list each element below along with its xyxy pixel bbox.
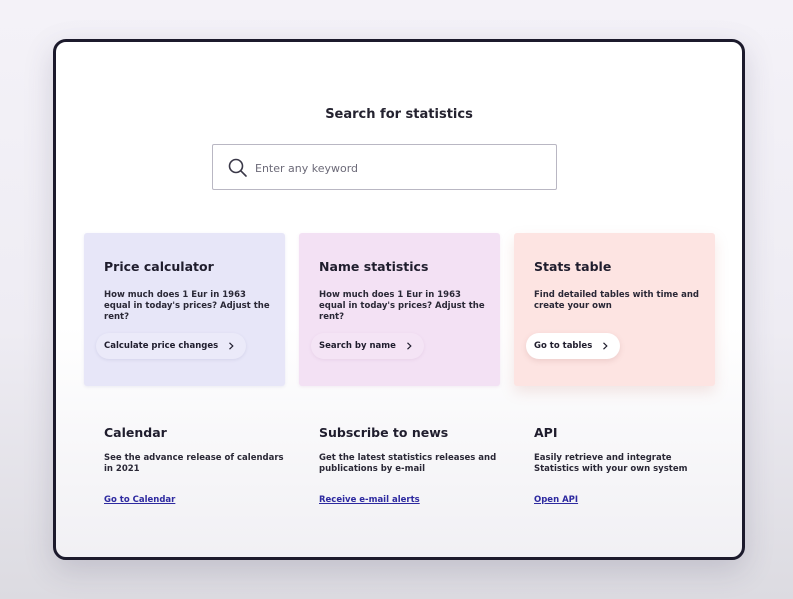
search-by-name-button[interactable]: Search by name [311,333,424,359]
search-box[interactable] [212,144,557,190]
button-label: Calculate price changes [104,341,219,351]
email-alerts-link[interactable]: Receive e-mail alerts [319,495,420,505]
info-calendar: Calendar See the advance release of cale… [104,425,294,505]
chevron-right-icon [229,342,234,350]
card-title: Stats table [534,259,612,274]
info-api: API Easily retrieve and integrate Statis… [534,425,724,505]
info-description: Get the latest statistics releases and p… [319,453,497,474]
card-description: How much does 1 Eur in 1963 equal in tod… [104,290,270,322]
search-icon [228,158,247,177]
go-to-tables-button[interactable]: Go to tables [526,333,621,359]
button-label: Search by name [319,341,396,351]
info-title: API [534,425,558,440]
app-window: Search for statistics Price calculator H… [53,39,745,560]
card-name-statistics: Name statistics How much does 1 Eur in 1… [299,233,500,386]
button-label: Go to tables [534,341,593,351]
chevron-right-icon [406,342,412,350]
card-stats-table: Stats table Find detailed tables with ti… [514,233,715,386]
info-title: Subscribe to news [319,425,449,440]
info-title: Calendar [104,425,167,440]
info-description: Easily retrieve and integrate Statistics… [534,453,688,474]
info-description: See the advance release of calendars in … [104,453,284,474]
card-title: Name statistics [319,259,429,274]
calculate-price-changes-button[interactable]: Calculate price changes [96,333,247,359]
go-to-calendar-link[interactable]: Go to Calendar [104,495,175,505]
card-title: Price calculator [104,259,214,274]
search-input[interactable] [255,157,535,179]
card-description: How much does 1 Eur in 1963 equal in tod… [319,290,485,322]
open-api-link[interactable]: Open API [534,495,578,505]
card-description: Find detailed tables with time and creat… [534,290,699,311]
chevron-right-icon [603,342,608,350]
info-subscribe: Subscribe to news Get the latest statist… [319,425,509,505]
page-title: Search for statistics [325,107,473,122]
card-price-calculator: Price calculator How much does 1 Eur in … [84,233,285,386]
